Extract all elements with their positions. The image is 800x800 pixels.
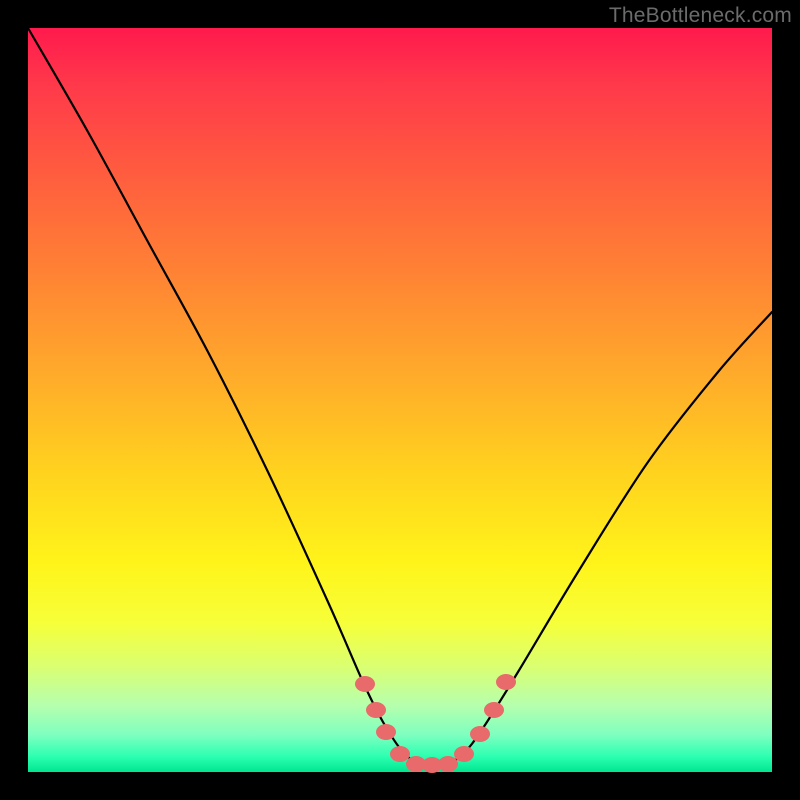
watermark-text: TheBottleneck.com <box>609 4 792 28</box>
chart-plot-area <box>28 28 772 772</box>
highlight-dot <box>366 702 386 718</box>
bottleneck-curve <box>28 28 772 768</box>
highlight-markers <box>355 674 516 773</box>
highlight-dot <box>484 702 504 718</box>
highlight-dot <box>376 724 396 740</box>
highlight-dot <box>454 746 474 762</box>
highlight-dot <box>470 726 490 742</box>
highlight-dot <box>390 746 410 762</box>
highlight-dot <box>355 676 375 692</box>
highlight-dot <box>438 756 458 772</box>
highlight-dot <box>496 674 516 690</box>
chart-svg <box>28 28 772 772</box>
